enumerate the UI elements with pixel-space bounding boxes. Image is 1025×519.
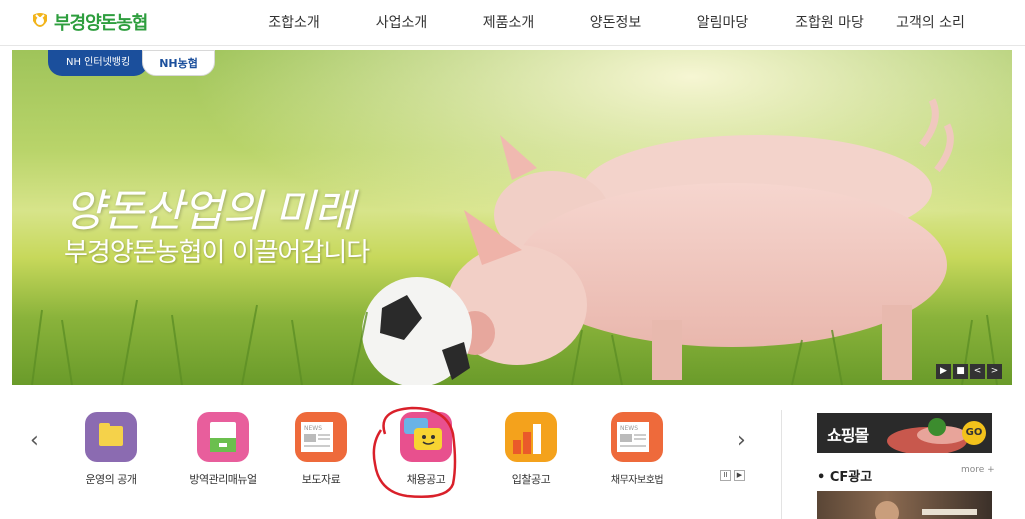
banking-tabs: NH 인터넷뱅킹 NH농협 (48, 50, 215, 76)
banner-stop-button[interactable]: ■ (953, 364, 968, 379)
banner-headline: 양돈산업의 미래 (64, 186, 354, 237)
go-badge: GO (962, 421, 986, 445)
quick-item-label: 운영의 공개 (85, 473, 137, 486)
logo[interactable]: 부경양돈농협 (30, 9, 148, 35)
news-icon: NEWS (295, 412, 347, 462)
nav-item[interactable]: 조합원 마당 (776, 0, 883, 46)
annotation-circle (372, 406, 457, 498)
quick-item-label: 채무자보호법 (610, 475, 664, 486)
quick-item-press-release[interactable]: NEWS 보도자료 (266, 412, 376, 487)
logo-text: 부경양돈농협 (54, 13, 148, 34)
shopping-mall-banner[interactable]: 쇼핑몰 GO (817, 413, 992, 453)
shopping-mall-label: 쇼핑몰 (827, 426, 869, 445)
quick-item-label: 보도자료 (301, 473, 341, 486)
nav-item[interactable]: 양돈정보 (562, 0, 669, 46)
section-divider (781, 410, 782, 519)
nav-item[interactable]: 고객의 소리 (883, 0, 978, 46)
nav-item[interactable]: 제품소개 (455, 0, 562, 46)
main-banner-area: NH 인터넷뱅킹 NH농협 양돈산업의 미래 부경양돈농협이 이끌어갑니다 ▶ … (0, 46, 1025, 390)
quick-item-quarantine-manual[interactable]: 방역관리매뉴얼 (168, 412, 278, 487)
banner-subline: 부경양돈농협이 이끌어갑니다 (64, 238, 370, 268)
nav-item[interactable]: 사업소개 (348, 0, 455, 46)
internet-banking-tab[interactable]: NH 인터넷뱅킹 (48, 50, 149, 76)
main-nav: 조합소개 사업소개 제품소개 양돈정보 알림마당 조합원 마당 고객의 소리 (240, 0, 978, 46)
more-link[interactable]: more + (961, 465, 995, 475)
quick-item-bid-notice[interactable]: 입찰공고 (476, 412, 586, 487)
site-header: 부경양돈농협 조합소개 사업소개 제품소개 양돈정보 알림마당 조합원 마당 고객의 소리 (0, 0, 1025, 46)
quick-prev-arrow-icon[interactable]: ‹ (30, 428, 39, 453)
quick-next-arrow-icon[interactable]: › (737, 428, 746, 453)
quick-item-label: 방역관리매뉴얼 (189, 473, 257, 486)
banner-play-button[interactable]: ▶ (936, 364, 951, 379)
news-icon: NEWS (611, 412, 663, 462)
nh-bank-tab[interactable]: NH농협 (142, 50, 215, 76)
banner-prev-button[interactable]: < (970, 364, 985, 379)
main-banner[interactable]: NH 인터넷뱅킹 NH농협 양돈산업의 미래 부경양돈농협이 이끌어갑니다 ▶ … (12, 50, 1012, 385)
svg-text:NEWS: NEWS (620, 425, 638, 432)
quick-item-debtor-protection[interactable]: NEWS 채무자보호법 (582, 412, 692, 486)
banner-controls: ▶ ■ < > (936, 364, 1002, 379)
nav-item[interactable]: 조합소개 (240, 0, 348, 46)
quick-item-label: 입찰공고 (511, 473, 551, 486)
logo-icon (30, 11, 50, 33)
nav-item[interactable]: 알림마당 (669, 0, 776, 46)
banner-next-button[interactable]: > (987, 364, 1002, 379)
quick-pause-button[interactable]: II (720, 470, 731, 481)
cf-ad-title: • CF광고 (817, 470, 873, 485)
quick-play-button[interactable]: ▶ (734, 470, 745, 481)
svg-text:NEWS: NEWS (304, 425, 322, 432)
quick-pager: II ▶ (720, 470, 745, 481)
cf-video-thumbnail[interactable] (817, 491, 992, 519)
cf-thumbnail-image (875, 501, 977, 519)
bar-chart-icon (505, 412, 557, 462)
quick-item-operation-disclosure[interactable]: 운영의 공개 (56, 412, 166, 487)
manual-icon (197, 412, 249, 462)
folder-icon (85, 412, 137, 462)
